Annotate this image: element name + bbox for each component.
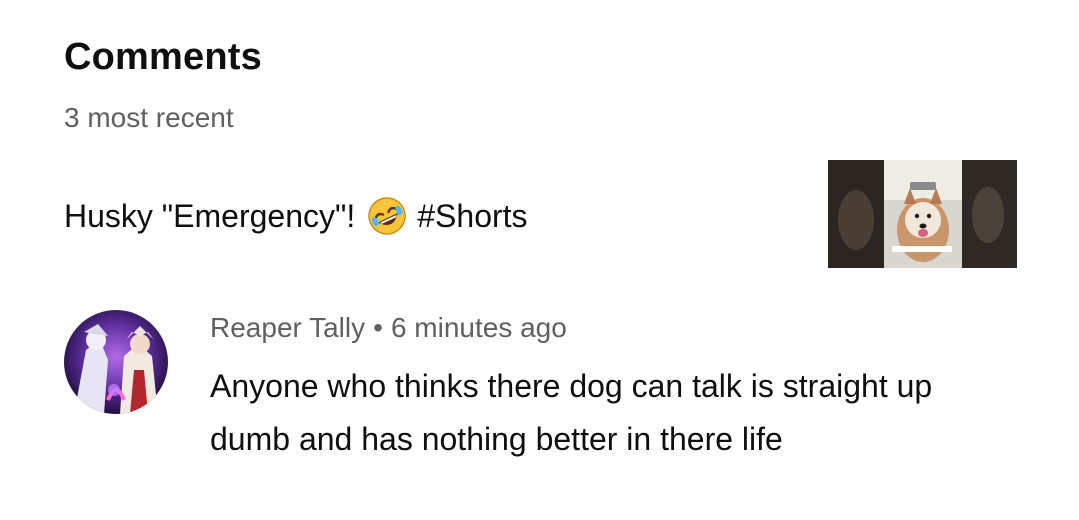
comment-meta: Reaper Tally • 6 minutes ago (210, 312, 567, 344)
video-title[interactable]: Husky "Emergency"! #Shorts (64, 196, 528, 236)
video-hashtag[interactable]: #Shorts (417, 198, 527, 235)
husky-thumbnail-icon (828, 160, 1017, 268)
section-subtitle: 3 most recent (64, 102, 234, 133)
rolling-laughing-emoji-icon (368, 197, 406, 235)
comment-text: Anyone who thinks there dog can talk is … (210, 368, 933, 457)
video-title-text: Husky "Emergency"! (64, 197, 356, 234)
comment-author[interactable]: Reaper Tally (210, 312, 365, 343)
video-row[interactable]: Husky "Emergency"! #Shorts (0, 160, 1079, 270)
anime-avatar-icon (64, 310, 168, 414)
comment-timestamp: 6 minutes ago (390, 312, 567, 343)
meta-separator: • (373, 312, 383, 343)
video-thumbnail[interactable] (828, 160, 1017, 268)
avatar[interactable] (64, 310, 168, 414)
comments-panel: Comments 3 most recent Husky "Emergency"… (0, 0, 1079, 520)
section-title: Comments (64, 36, 262, 78)
comment-item: Reaper Tally • 6 minutes ago Anyone who th… (0, 308, 1079, 520)
